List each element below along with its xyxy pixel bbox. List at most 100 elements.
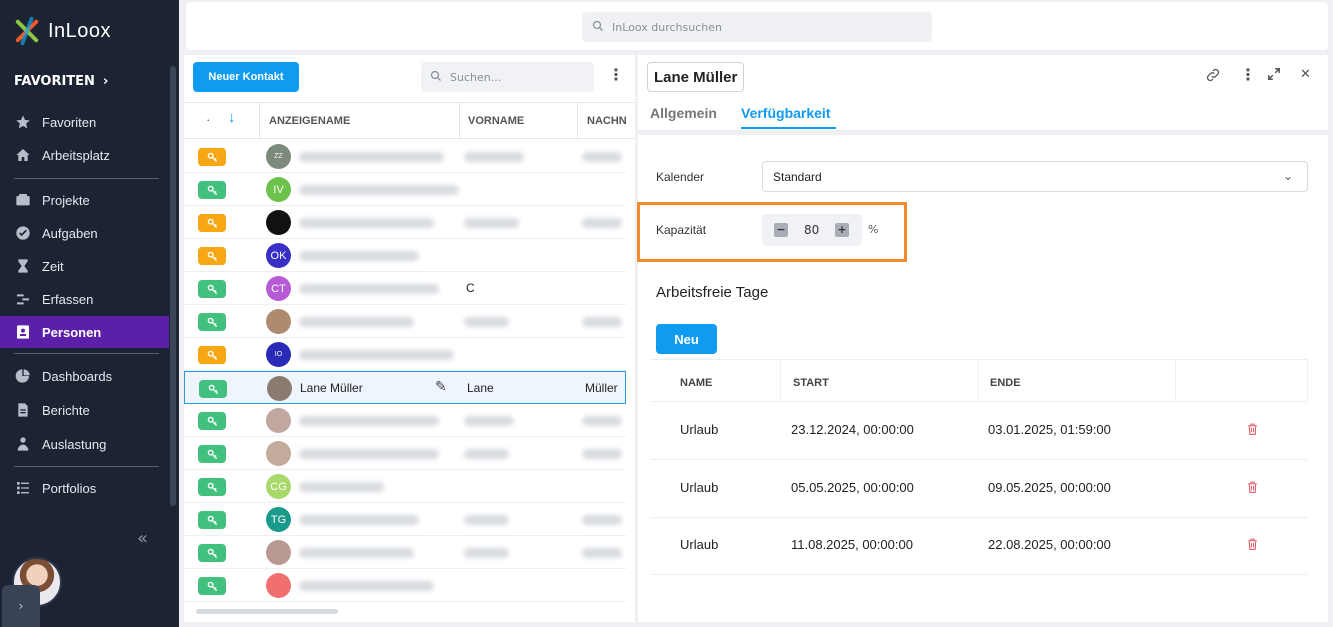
sidebar-item-erfassen[interactable]: Erfassen [0,283,169,315]
sidebar-item-aufgaben[interactable]: Aufgaben [0,217,169,249]
table-row[interactable]: IO [184,338,626,371]
increment-button[interactable]: + [835,223,849,237]
star-icon [14,113,32,131]
column-name[interactable]: NAME [680,377,712,389]
table-row[interactable]: Urlaub 11.08.2025, 00:00:00 22.08.2025, … [650,517,1308,575]
user-menu-toggle[interactable]: › [2,585,40,627]
table-row[interactable] [184,404,626,437]
table-header: . ↓ ANZEIGENAME VORNAME NACHN [184,102,635,139]
column-display-name[interactable]: ANZEIGENAME [269,115,350,127]
key-badge [198,577,226,595]
sidebar-item-portfolios[interactable]: Portfolios [0,472,169,504]
sort-arrow-down-icon[interactable]: ↓ [228,109,236,126]
capacity-stepper[interactable]: − 80 + [762,214,862,246]
redacted-text [299,251,419,261]
avatar[interactable] [267,376,292,401]
table-row[interactable]: OK [184,239,626,272]
column-start[interactable]: START [793,377,829,389]
table-row[interactable]: Urlaub 23.12.2024, 00:00:00 03.01.2025, … [650,402,1308,460]
trash-icon[interactable] [1246,422,1259,439]
list-more-icon[interactable]: ⋮ [608,65,624,84]
capacity-value[interactable]: 80 [804,223,819,237]
sidebar-item-dashboards[interactable]: Dashboards [0,360,169,392]
table-row[interactable]: Lane Müller ✎ Lane Müller [184,371,626,404]
table-row[interactable]: ZZ [184,140,626,173]
trash-icon[interactable] [1246,480,1259,497]
avatar[interactable]: IO [266,342,291,367]
table-row[interactable]: IV [184,173,626,206]
avatar[interactable] [266,309,291,334]
link-icon[interactable] [1205,67,1221,87]
sidebar-item-zeit[interactable]: Zeit [0,250,169,282]
edit-pencil-icon[interactable]: ✎ [435,379,447,395]
table-row[interactable]: TG [184,503,626,536]
table-row[interactable] [184,437,626,470]
contact-title[interactable]: Lane Müller [647,62,745,92]
avatar[interactable]: TG [266,507,291,532]
key-icon [207,515,217,525]
table-row[interactable] [184,305,626,338]
table-row[interactable]: CG [184,470,626,503]
sidebar-item-arbeitsplatz[interactable]: Arbeitsplatz [0,139,169,171]
table-row[interactable] [184,569,626,602]
expand-icon[interactable] [1267,67,1281,85]
table-row[interactable] [184,206,626,239]
horizontal-scrollbar[interactable] [196,609,338,614]
more-options-icon[interactable]: ⋮ [1240,65,1256,84]
column-end[interactable]: ENDE [990,377,1021,389]
sidebar-scrollbar[interactable] [170,66,176,506]
new-nonworking-day-button[interactable]: Neu [656,324,717,354]
decrement-button[interactable]: − [774,223,788,237]
redacted-text [464,515,509,525]
calendar-select[interactable]: Standard ⌄ [762,161,1308,192]
avatar[interactable] [266,210,291,235]
table-row[interactable]: Urlaub 05.05.2025, 00:00:00 09.05.2025, … [650,460,1308,518]
avatar[interactable] [266,408,291,433]
trash-icon[interactable] [1246,537,1259,554]
tab-allgemein[interactable]: Allgemein [650,105,717,121]
app-logo[interactable]: InLoox [14,16,111,46]
avatar[interactable]: CT [266,276,291,301]
column-first-name[interactable]: VORNAME [468,115,524,127]
avatar[interactable] [266,573,291,598]
sidebar-item-berichte[interactable]: Berichte [0,394,169,426]
key-icon [207,449,217,459]
avatar[interactable]: OK [266,243,291,268]
redacted-text [299,185,459,195]
tab-verfuegbarkeit[interactable]: Verfügbarkeit [741,105,830,121]
hourglass-icon [14,257,32,275]
sidebar-item-personen[interactable]: Personen [0,316,169,348]
collapse-sidebar-icon[interactable]: « [137,528,148,549]
avatar[interactable] [266,441,291,466]
display-name: Lane Müller [300,381,363,395]
new-contact-button[interactable]: Neuer Kontakt [193,62,299,92]
redacted-text [464,548,509,558]
first-name: Lane [467,381,494,395]
folder-icon [14,191,32,209]
avatar[interactable]: CG [266,474,291,499]
top-bar: InLoox durchsuchen [186,2,1328,50]
global-search-input[interactable]: InLoox durchsuchen [582,12,932,42]
sidebar-item-auslastung[interactable]: Auslastung [0,428,169,460]
favorites-header[interactable]: FAVORITEN › [14,74,108,89]
avatar[interactable]: IV [266,177,291,202]
avatar[interactable] [266,540,291,565]
tab-separator [638,130,1328,135]
table-row[interactable]: CT C [184,272,626,305]
close-icon[interactable]: ✕ [1300,67,1311,82]
pie-chart-icon [14,367,32,385]
redacted-text [299,317,414,327]
column-type-header[interactable]: . [207,113,210,123]
redacted-text [299,284,439,294]
table-row[interactable] [184,536,626,569]
key-badge [198,148,226,166]
redacted-text [299,482,384,492]
column-last-name[interactable]: NACHN [587,115,627,127]
active-tab-indicator [741,127,836,129]
favorites-label: FAVORITEN [14,74,95,89]
list-search-input[interactable]: Suchen... [421,62,594,92]
avatar[interactable]: ZZ [266,144,291,169]
sidebar: InLoox FAVORITEN › Favoriten Arbeitsplat… [0,0,179,627]
sidebar-item-favoriten[interactable]: Favoriten [0,106,169,138]
sidebar-item-projekte[interactable]: Projekte [0,184,169,216]
